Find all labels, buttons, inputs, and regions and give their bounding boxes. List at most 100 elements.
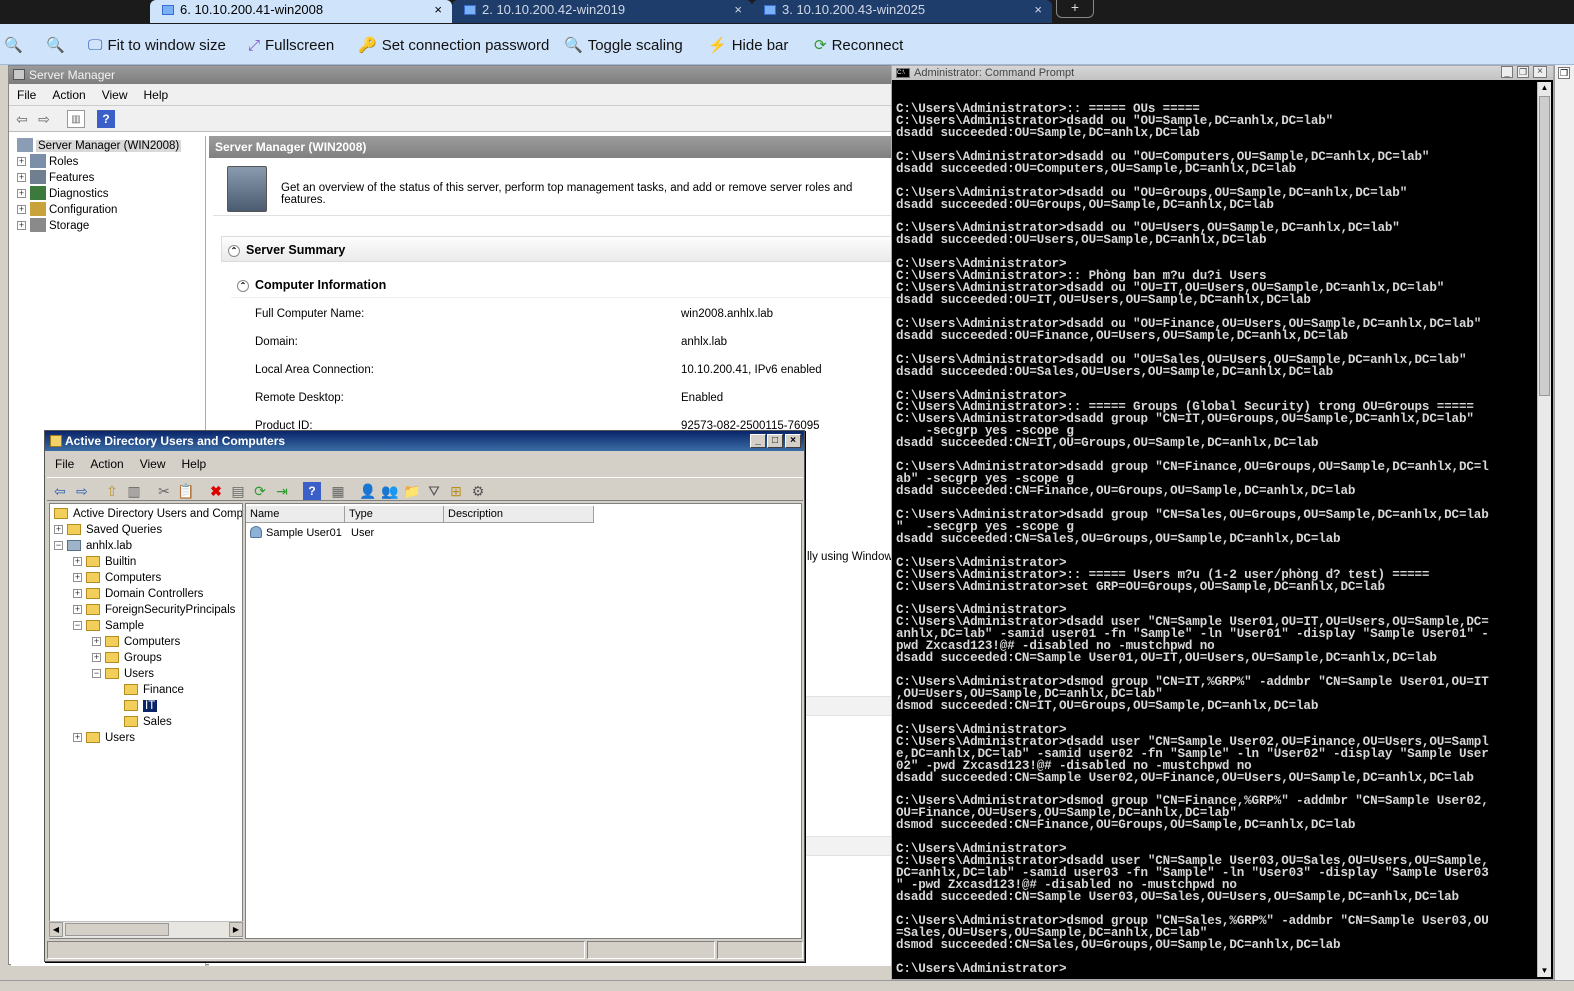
hide-bar-button[interactable]: ⚡ Hide bar [708, 36, 788, 56]
tab-win2019[interactable]: 2. 10.10.200.42-win2019 × [452, 0, 752, 23]
tree-item-builtin[interactable]: + Builtin [73, 554, 136, 570]
fit-window-button[interactable]: 🖵 Fit to window size [88, 36, 226, 56]
tree-item-roles[interactable]: + Roles [17, 154, 78, 170]
close-icon[interactable]: × [1034, 0, 1042, 20]
tree-item-users[interactable]: + Users [73, 730, 135, 746]
tree-item-sales[interactable]: Sales [124, 714, 172, 730]
tree-item-finance[interactable]: Finance [124, 682, 184, 698]
expand-icon[interactable]: + [54, 525, 63, 534]
info-value[interactable]: 10.10.200.41, IPv6 enabled [681, 364, 822, 376]
expand-icon[interactable]: + [92, 653, 101, 662]
tree-item-domain-controllers[interactable]: + Domain Controllers [73, 586, 203, 602]
help-icon[interactable]: ? [97, 110, 115, 128]
collapse-icon[interactable]: − [54, 541, 63, 550]
expand-icon[interactable]: + [73, 573, 82, 582]
vertical-scrollbar[interactable]: ▲ ▼ [1537, 82, 1551, 977]
scroll-thumb[interactable] [1539, 96, 1550, 396]
refresh-icon[interactable]: ⟳ [251, 482, 269, 500]
expand-icon[interactable]: + [17, 189, 26, 198]
maximize-button[interactable]: □ [767, 434, 783, 448]
column-header-type[interactable]: Type [345, 506, 444, 523]
scroll-up-icon[interactable]: ▲ [1539, 82, 1550, 94]
paste-icon[interactable]: 📋 [177, 482, 195, 500]
console-icon[interactable]: ▦ [329, 482, 347, 500]
tree-item-fsp[interactable]: + ForeignSecurityPrincipals [73, 602, 235, 618]
tree-item-features[interactable]: + Features [17, 170, 94, 186]
add-to-group-icon[interactable]: ⊞ [447, 482, 465, 500]
tab-win2008[interactable]: 6. 10.10.200.41-win2008 × [150, 0, 452, 23]
tree-item-sample-computers[interactable]: + Computers [92, 634, 180, 650]
computer-info-section[interactable]: ⌃ Computer Information [231, 272, 893, 298]
collapse-icon[interactable]: − [92, 669, 101, 678]
table-row[interactable]: Sample User01 User [250, 525, 446, 541]
properties-icon[interactable]: ▤ [229, 482, 247, 500]
menu-file[interactable]: File [9, 84, 44, 106]
collapse-icon[interactable]: − [73, 621, 82, 630]
zoom-in-button[interactable]: 🔍 [4, 36, 28, 56]
scroll-right-icon[interactable]: ▶ [229, 922, 243, 937]
minimize-button[interactable]: _ [750, 434, 766, 448]
collapse-icon[interactable]: ⌃ [228, 245, 240, 257]
expand-icon[interactable]: + [17, 173, 26, 182]
server-summary-section[interactable]: ⌃ Server Summary [221, 236, 893, 262]
forward-icon[interactable]: ⇨ [73, 482, 91, 500]
restore-icon[interactable]: ❐ [1558, 67, 1570, 79]
expand-icon[interactable]: + [92, 637, 101, 646]
expand-icon[interactable]: + [73, 733, 82, 742]
tree-item-configuration[interactable]: + Configuration [17, 202, 117, 218]
back-icon[interactable]: ⇦ [51, 482, 69, 500]
tree-item-sample-users[interactable]: − Users [92, 666, 154, 682]
menu-file[interactable]: File [47, 453, 82, 475]
new-user-icon[interactable]: 👤 [359, 482, 377, 500]
expand-icon[interactable]: + [17, 205, 26, 214]
export-icon[interactable]: ⇥ [273, 482, 291, 500]
expand-icon[interactable]: + [73, 605, 82, 614]
back-icon[interactable]: ⇦ [13, 110, 31, 128]
close-icon[interactable]: × [434, 0, 442, 20]
tree-item-computers[interactable]: + Computers [73, 570, 161, 586]
close-button[interactable]: × [785, 434, 801, 448]
toggle-scaling-button[interactable]: 🔍 Toggle scaling [564, 36, 683, 56]
new-ou-icon[interactable]: 📁 [403, 482, 421, 500]
restore-button[interactable]: ❐ [1517, 66, 1529, 78]
close-button[interactable]: × [1533, 66, 1547, 78]
tree-item-storage[interactable]: + Storage [17, 218, 89, 234]
tree-item-diagnostics[interactable]: + Diagnostics [17, 186, 108, 202]
tree-item-saved-queries[interactable]: + Saved Queries [54, 522, 162, 538]
expand-icon[interactable]: + [73, 557, 82, 566]
cmd-titlebar[interactable]: C:\ Administrator: Command Prompt _ ❐ × [892, 66, 1553, 80]
tree-item-sample-groups[interactable]: + Groups [92, 650, 162, 666]
menu-action[interactable]: Action [82, 453, 131, 475]
menu-help[interactable]: Help [136, 84, 177, 106]
scroll-left-icon[interactable]: ◀ [49, 922, 63, 937]
menu-action[interactable]: Action [44, 84, 93, 106]
console-output[interactable]: C:\Users\Administrator>:: ===== OUs ====… [896, 103, 1536, 975]
close-icon[interactable]: × [734, 0, 742, 20]
tree-item-it[interactable]: IT [124, 698, 158, 714]
delete-icon[interactable]: ✖ [207, 482, 225, 500]
delegate-icon[interactable]: ⚙ [469, 482, 487, 500]
menu-view[interactable]: View [94, 84, 136, 106]
forward-icon[interactable]: ⇨ [35, 110, 53, 128]
new-group-icon[interactable]: 👥 [381, 482, 399, 500]
cut-icon[interactable]: ✂ [155, 482, 173, 500]
show-tree-icon[interactable]: ▥ [125, 482, 143, 500]
new-tab-button[interactable]: + [1056, 0, 1094, 18]
tab-win2025[interactable]: 3. 10.10.200.43-win2025 × [752, 0, 1052, 23]
collapse-icon[interactable]: ⌃ [237, 280, 249, 292]
expand-icon[interactable]: + [17, 221, 26, 230]
tree-root[interactable]: Active Directory Users and Comput [54, 506, 242, 522]
column-header-description[interactable]: Description [444, 506, 594, 523]
expand-icon[interactable]: + [17, 157, 26, 166]
expand-icon[interactable]: + [73, 589, 82, 598]
filter-icon[interactable]: ⛛ [425, 482, 443, 500]
tree-root[interactable]: Server Manager (WIN2008) [17, 138, 182, 154]
horizontal-scrollbar[interactable]: ◀ ▶ [49, 921, 243, 938]
minimize-button[interactable]: _ [1501, 66, 1513, 78]
set-password-button[interactable]: 🔑 Set connection password [358, 36, 549, 56]
scroll-down-icon[interactable]: ▼ [1539, 965, 1550, 977]
fullscreen-button[interactable]: ⤢ Fullscreen [248, 36, 334, 56]
aduc-titlebar[interactable]: Active Directory Users and Computers _ □… [45, 431, 804, 451]
column-header-name[interactable]: Name [246, 506, 345, 523]
up-folder-icon[interactable]: ⇧ [103, 482, 121, 500]
